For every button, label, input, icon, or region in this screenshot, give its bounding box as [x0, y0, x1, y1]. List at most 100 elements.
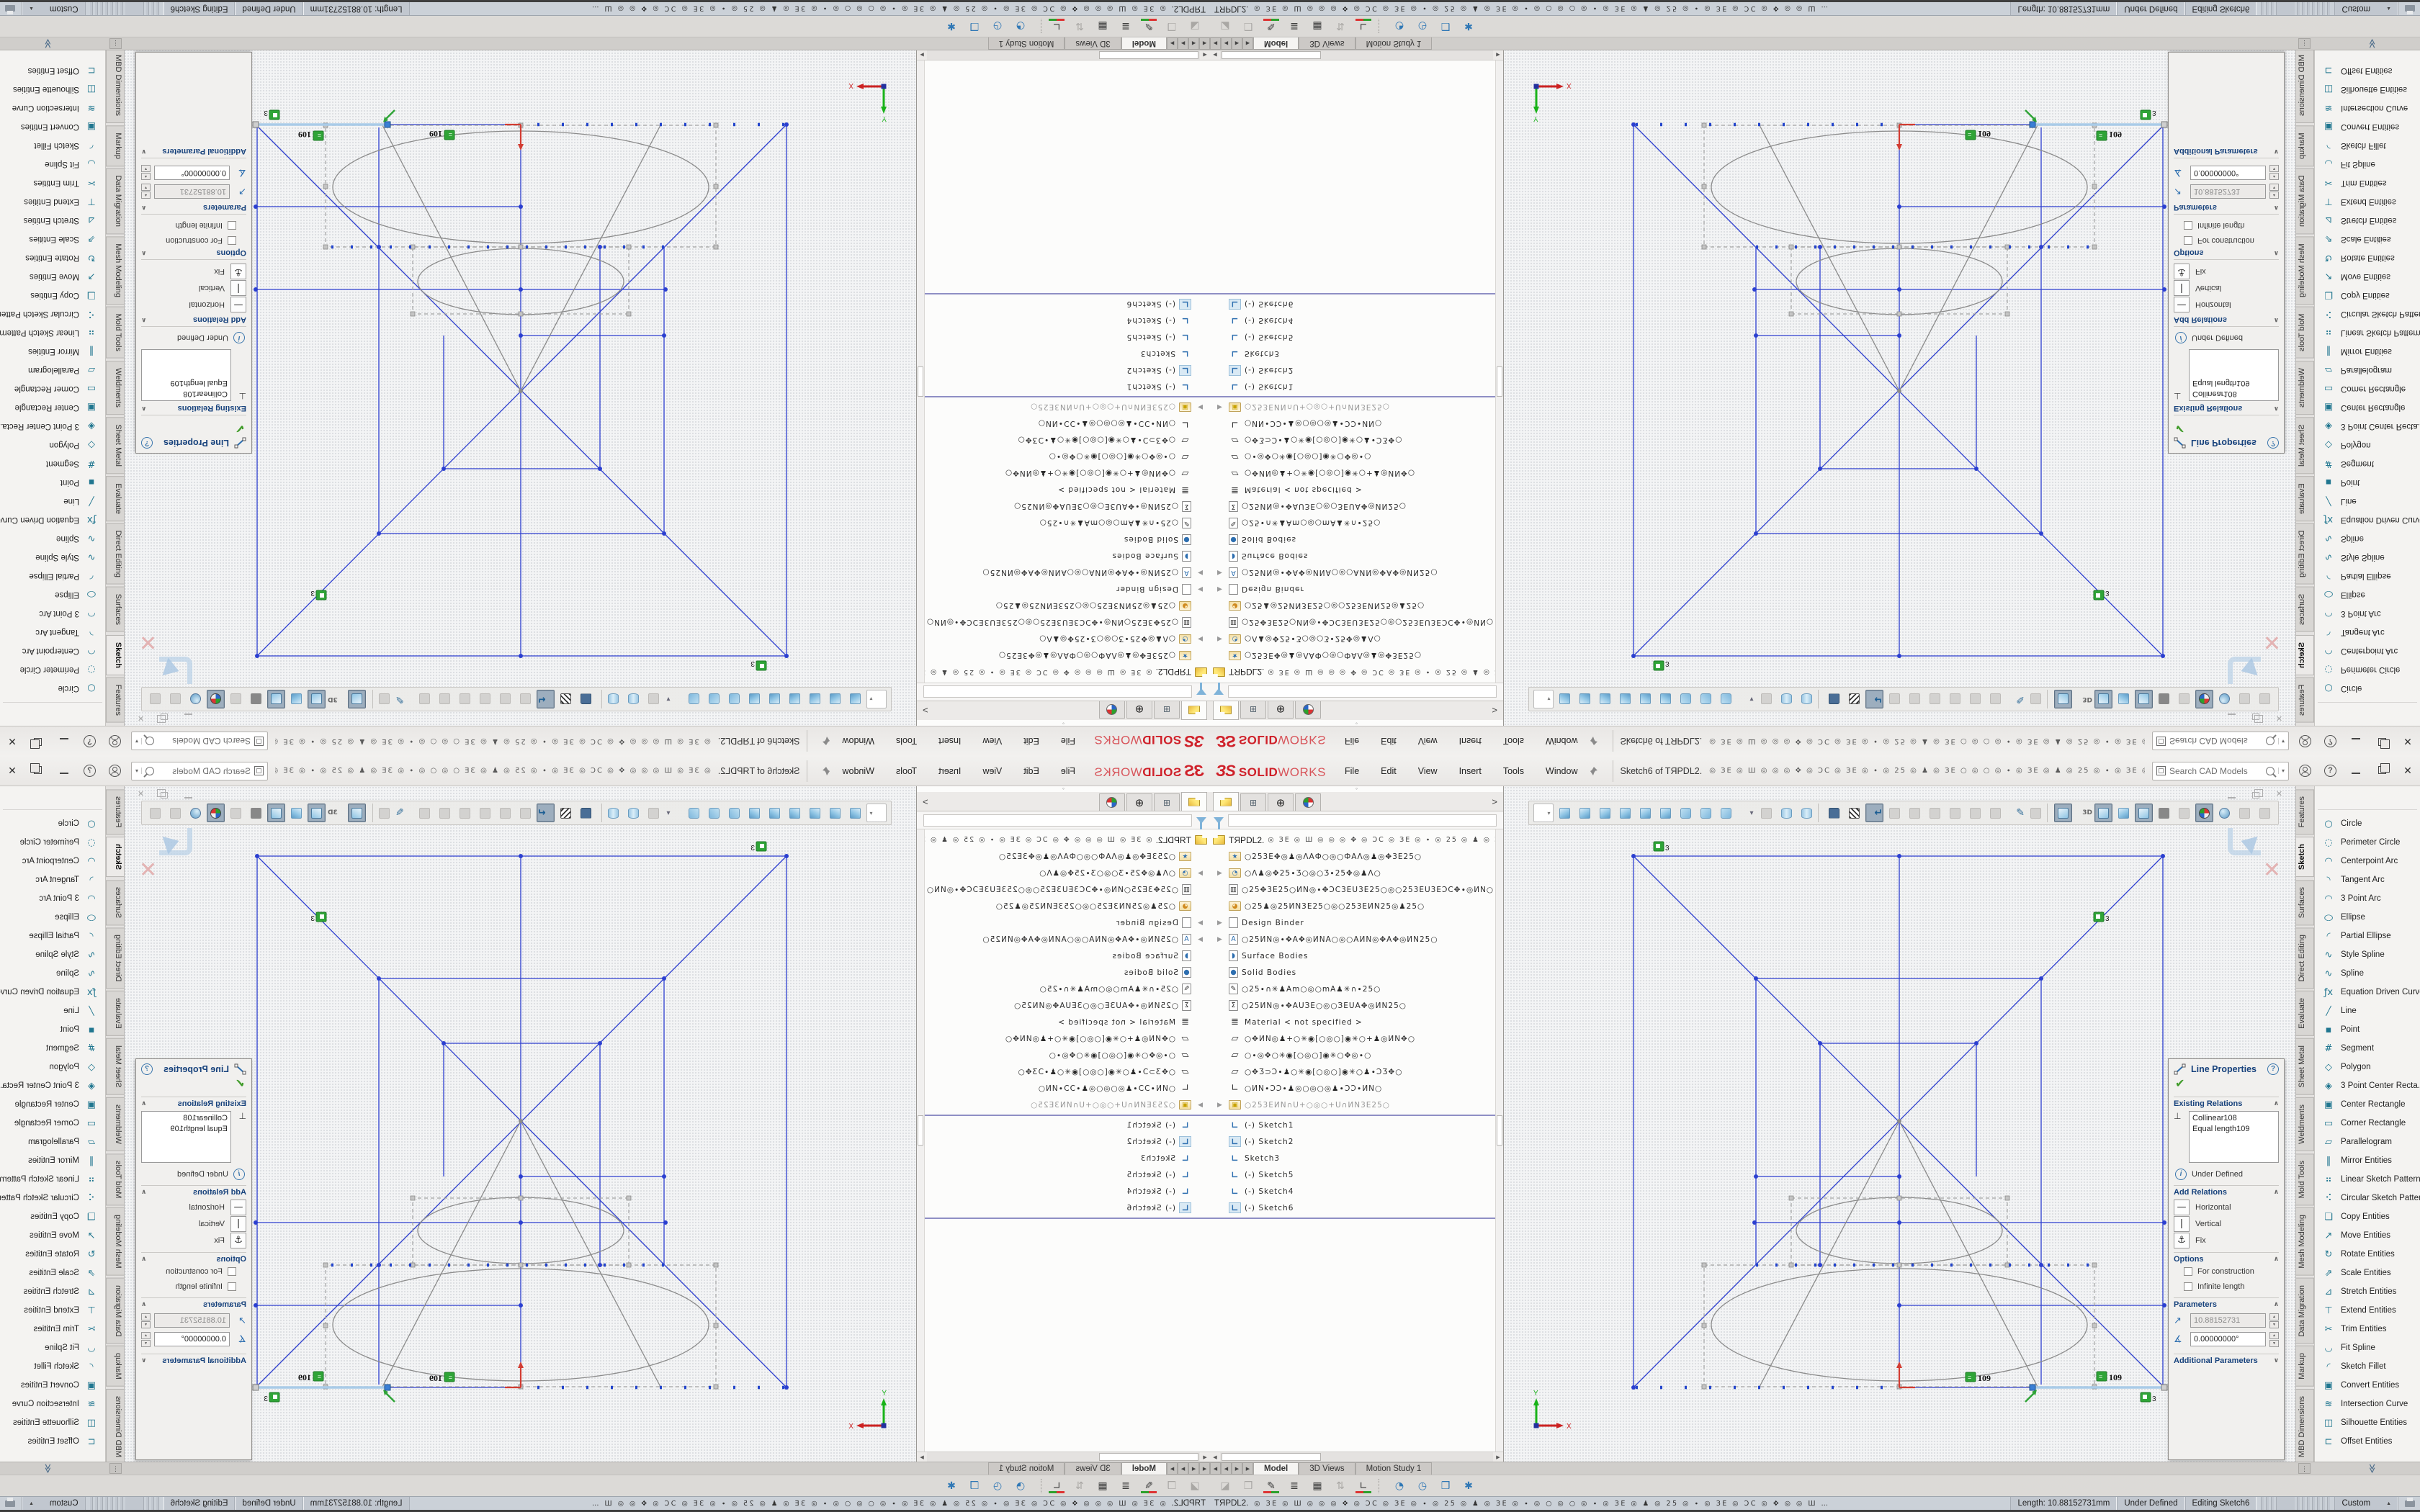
search-box[interactable]: Search CAD Models ▾	[131, 762, 268, 780]
tool-item[interactable]: ◫ Silhouette Entities	[2315, 1413, 2420, 1432]
motion-tool-icon[interactable]: ✎	[1263, 1479, 1279, 1493]
toolbar-button[interactable]	[166, 804, 184, 822]
tree-row[interactable]: ▶ ∟ (-) Sketch6	[917, 296, 1210, 312]
tool-item[interactable]: ◇ Polygon	[0, 1058, 105, 1076]
toolbar-button[interactable]	[1825, 804, 1843, 822]
expand-arrow-icon[interactable]: ▶	[1217, 1101, 1224, 1109]
tab-configurationmanager[interactable]: ⊕	[1268, 793, 1294, 811]
tree-row[interactable]: ▶ ∟ (-) Sketch4	[1210, 1183, 1503, 1200]
tool-item[interactable]: ✂ Trim Entities	[2315, 1320, 2420, 1338]
doc-minimize-button[interactable]	[184, 714, 192, 720]
tab-displaymanager[interactable]	[1295, 701, 1321, 719]
panel-splitter-handle[interactable]: ◦	[917, 786, 1210, 792]
motion-tool-icon[interactable]	[1036, 19, 1041, 34]
motion-tool-icon[interactable]: ◪	[1187, 19, 1203, 34]
relation-button[interactable]: ❘ Vertical	[2174, 1215, 2279, 1232]
command-tab[interactable]: Sheet Metal	[106, 1038, 124, 1095]
toolbar-button[interactable]	[2155, 690, 2173, 708]
toolbar-button[interactable]	[624, 690, 642, 708]
dimension-109-right[interactable]: = 109	[298, 1372, 323, 1382]
relation-button[interactable]: — Horizontal	[141, 297, 246, 313]
command-tab[interactable]: Markup	[2296, 1346, 2314, 1387]
tool-item[interactable]: ◠ 3 Point Arc	[0, 604, 105, 623]
tool-item[interactable]: ‖ Mirror Entities	[0, 1151, 105, 1170]
toolbar-button[interactable]	[2195, 804, 2213, 822]
tool-item[interactable]: ✂ Trim Entities	[0, 1320, 105, 1338]
motion-tool-icon[interactable]: ✱	[944, 1479, 959, 1493]
tool-item[interactable]: ▪ Point	[0, 1020, 105, 1039]
tree-row[interactable]: ▶ ∟ Sketch3	[917, 1150, 1210, 1166]
tool-item[interactable]: ◠ Centerpoint Arc	[0, 852, 105, 870]
section-parameters[interactable]: Parameters∧	[2174, 203, 2279, 212]
toolbar-button[interactable]	[577, 804, 595, 822]
tree-row[interactable]: ▶ Design Binder	[917, 914, 1210, 931]
command-tab[interactable]: Mesh Modeling	[2296, 236, 2314, 305]
expand-arrow-icon[interactable]: ▶	[1196, 635, 1203, 643]
quick-access-toolbar[interactable]: ◎ ЗЕ ◎ Ш ◎ ◎ ◎ ✥ ◎ ƆС ◎ ЗЕ ◎ ∙ ◎ 25 ◎ ♟ …	[1709, 767, 2145, 775]
toolbar-button[interactable]	[1757, 804, 1775, 822]
tool-item[interactable]: ∿ Spline	[2315, 964, 2420, 983]
printer-icon[interactable]	[2398, 2, 2420, 15]
tool-item[interactable]: ↗ Move Entities	[0, 1226, 105, 1245]
tool-item[interactable]: ◈ 3 Point Center Recta...	[2315, 417, 2420, 436]
scrollbar-track[interactable]	[1220, 1452, 1493, 1462]
doc-restore-button[interactable]	[161, 714, 169, 720]
checkbox[interactable]	[2184, 237, 2192, 246]
menu-item[interactable]: Insert	[1459, 766, 1482, 776]
graphics-area[interactable]: = 109 = 109 3 3	[125, 786, 916, 1462]
angle-spinner[interactable]: ▲▼	[141, 166, 151, 180]
tool-item[interactable]: ⇗ Scale Entities	[0, 1264, 105, 1282]
toolbar-button[interactable]	[375, 690, 393, 708]
toolbar-button[interactable]	[1926, 804, 1944, 822]
toolbar-button[interactable]	[348, 690, 366, 708]
toolbar-button[interactable]	[2195, 690, 2213, 708]
toolbar-button[interactable]	[2047, 804, 2052, 822]
toolbar-button[interactable]	[1616, 804, 1634, 822]
printer-icon[interactable]	[0, 2, 22, 15]
help-icon[interactable]: ?	[84, 735, 96, 747]
search-dropdown-caret[interactable]: ▾	[2278, 738, 2285, 744]
relation-button[interactable]: — Horizontal	[141, 1199, 246, 1215]
menu-item[interactable]: View	[1418, 737, 1438, 747]
toolbar-button[interactable]	[665, 690, 683, 708]
command-tab[interactable]: Features	[2296, 678, 2314, 723]
angle-spinner[interactable]: ▲▼	[141, 1332, 151, 1346]
document-tab[interactable]: Motion Study 1	[988, 1462, 1065, 1475]
command-tab[interactable]: MBD Dimensions	[2296, 48, 2314, 123]
toolbar-button[interactable]	[496, 804, 514, 822]
toolbar-button[interactable]	[375, 804, 393, 822]
tool-item[interactable]: ╱ Line	[0, 1002, 105, 1020]
taskpane-splitter[interactable]: ⋮	[2298, 38, 2311, 49]
command-tab[interactable]: Mold Tools	[106, 307, 124, 359]
length-input[interactable]: 10.88152731	[2190, 1313, 2266, 1328]
toolbar-button[interactable]	[308, 804, 326, 822]
menu-item[interactable]: Insert	[938, 766, 961, 776]
tool-item[interactable]: ◠ 3 Point Arc	[2315, 604, 2420, 623]
filter-input[interactable]	[1228, 814, 1497, 827]
dimension-109-left[interactable]: = 109	[429, 129, 454, 140]
taskpane-splitter[interactable]: ⋮	[109, 38, 122, 49]
tree-row[interactable]: ▶ ◗ Surface Bodies	[917, 548, 1210, 564]
toolbar-button[interactable]	[1865, 690, 1883, 708]
tree-row[interactable]: ▶ Design Binder	[1210, 581, 1503, 598]
tool-item[interactable]: ◠ 3 Point Arc	[0, 889, 105, 908]
section-parameters[interactable]: Parameters∧	[141, 1300, 246, 1309]
tree-row[interactable]: ▶ ∟ (-) Sketch4	[1210, 312, 1503, 329]
search-box[interactable]: Search CAD Models ▾	[131, 732, 268, 751]
toolbar-button[interactable]	[2027, 804, 2045, 822]
menu-item[interactable]: Window	[843, 766, 874, 776]
tool-item[interactable]: ≋ Intersection Curve	[0, 1395, 105, 1413]
expand-arrow-icon[interactable]: ▶	[1217, 635, 1224, 643]
scroll-right-arrow[interactable]: ▶	[1493, 1452, 1503, 1462]
toolbar-button[interactable]	[247, 690, 265, 708]
tab-propertymanager[interactable]: ⊞	[1240, 701, 1266, 719]
tree-row[interactable]: ▶ ∟ (-) Sketch5	[917, 1166, 1210, 1183]
tool-item[interactable]: ◠ Centerpoint Arc	[2315, 642, 2420, 660]
checkbox[interactable]	[228, 222, 236, 230]
tree-row[interactable]: ▶	[917, 1216, 1210, 1220]
toolbar-button[interactable]	[846, 690, 864, 708]
tool-item[interactable]: ↻ Rotate Entities	[2315, 248, 2420, 267]
tree-row[interactable]: ▶ ▱ ○✥Ʒ⊃Ɔ∙♟○✳◉[○◎○]◉✳○♟∙ƆƷ✥○	[917, 432, 1210, 449]
tree-row[interactable]: ▶ ✎ ○25∙∩✳♟Аm○◎○mА♟✳∩∙25○	[1210, 981, 1503, 997]
close-button[interactable]: ✕	[6, 735, 19, 747]
